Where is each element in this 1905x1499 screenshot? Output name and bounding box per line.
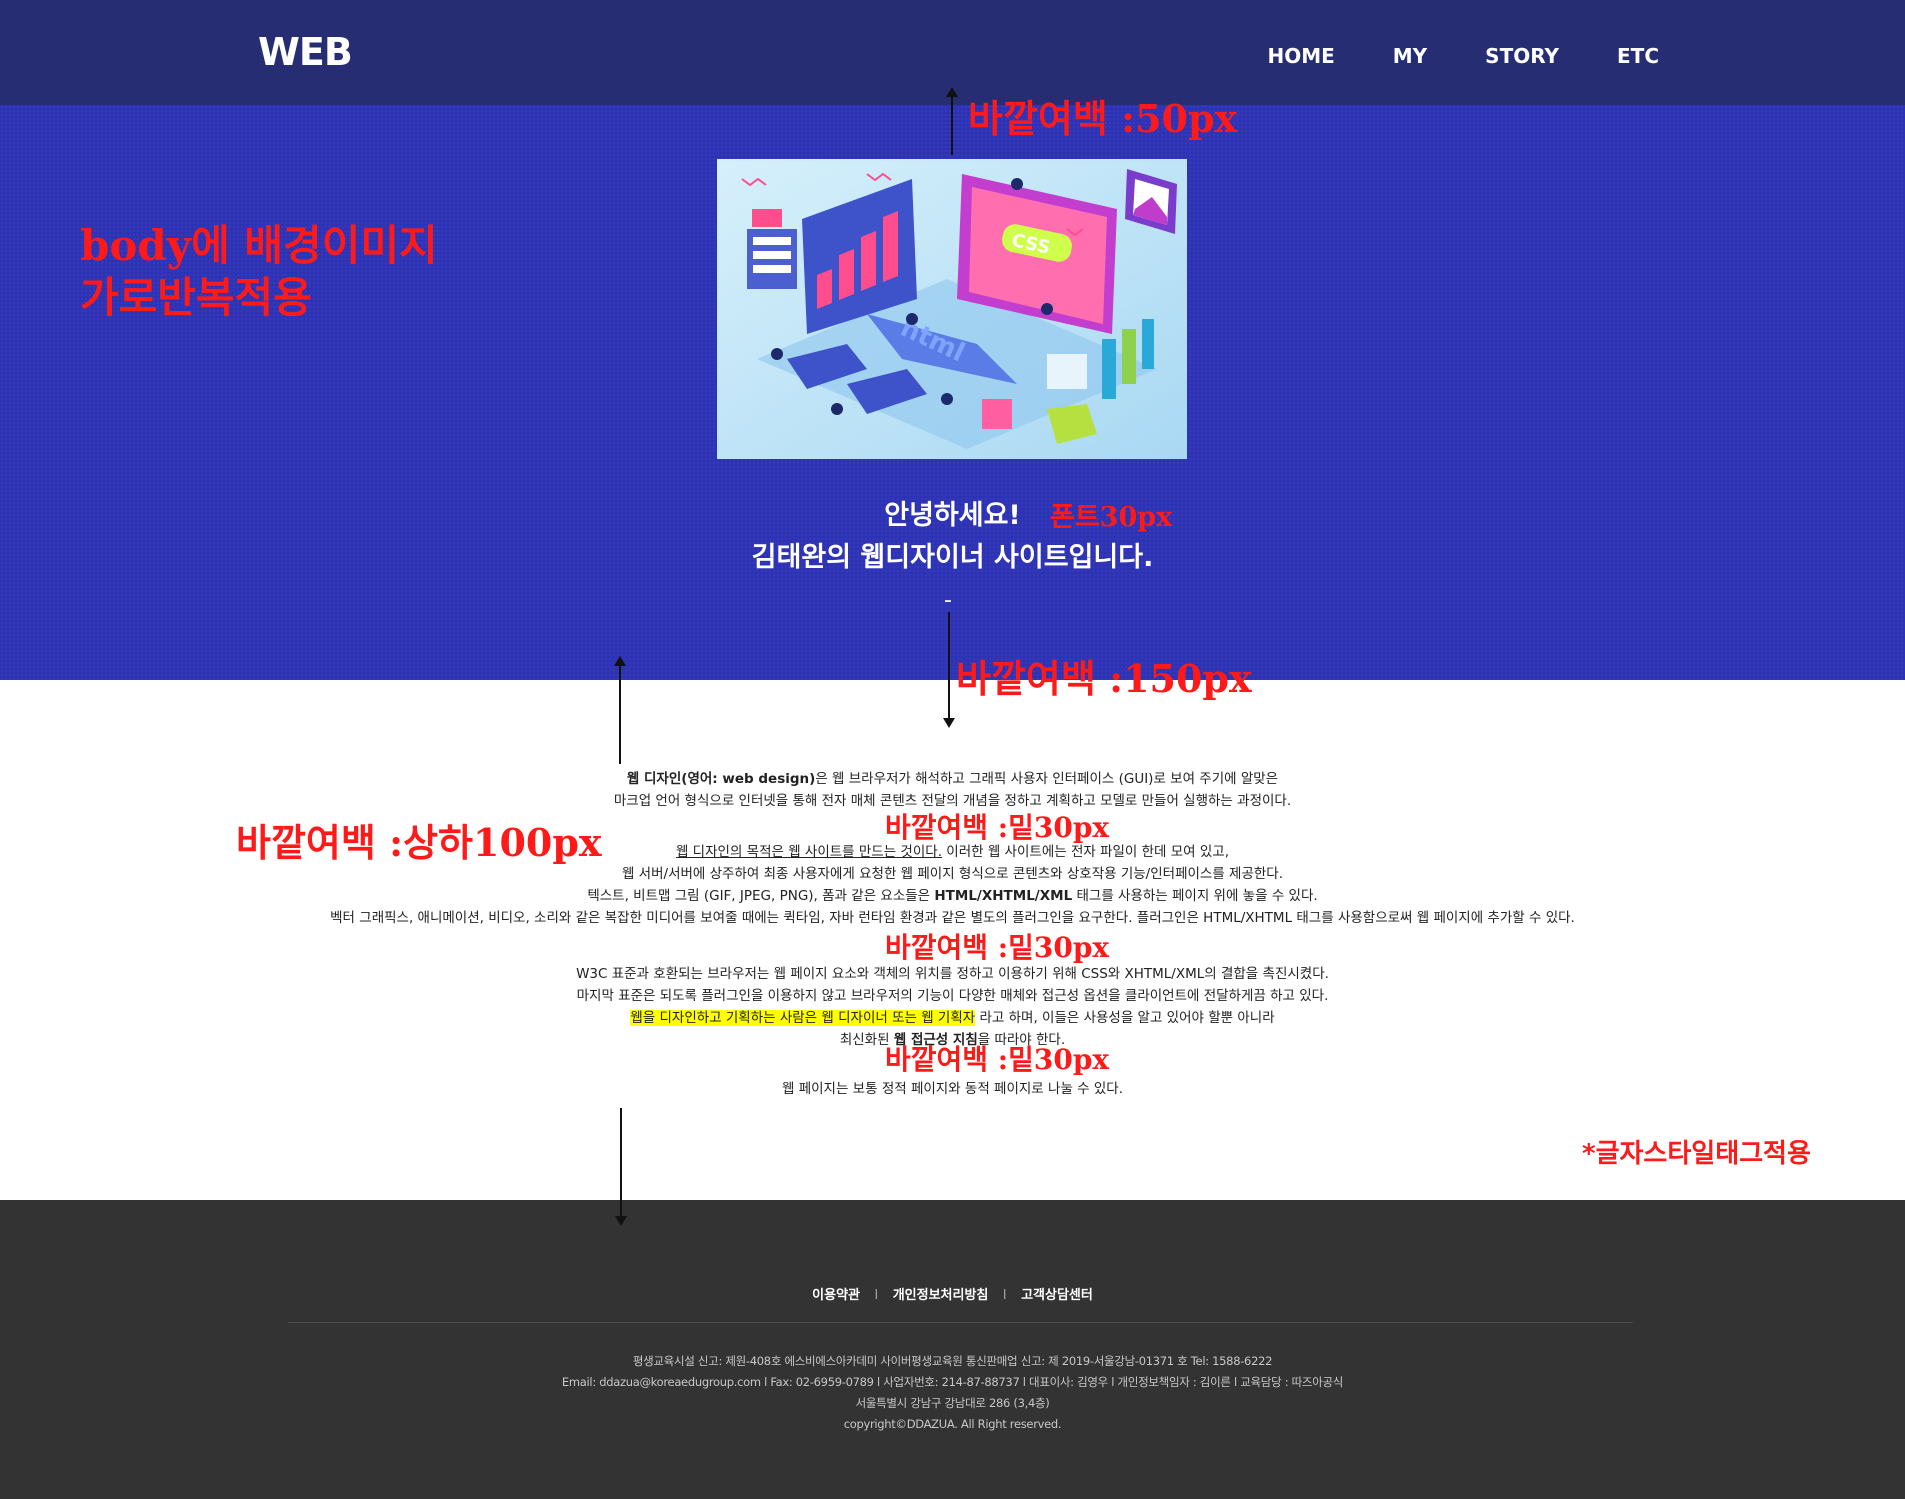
- p2-rest: 이러한 웹 사이트에는 전자 파일이 한데 모여 있고,: [942, 844, 1230, 860]
- footer-link-privacy[interactable]: 개인정보처리방침: [893, 1288, 989, 1303]
- p1-rest: 은 웹 브라우저가 해석하고 그래픽 사용자 인터페이스 (GUI)로 보여 주…: [815, 771, 1279, 787]
- footer-divider: [288, 1322, 1633, 1323]
- p3-line1: W3C 표준과 호환되는 브라우저는 웹 페이지 요소와 객체의 위치를 정하고…: [576, 966, 1329, 982]
- footer-separator: l: [874, 1288, 879, 1303]
- nav-my[interactable]: MY: [1393, 44, 1427, 68]
- paragraph-4: 웹 페이지는 보통 정적 페이지와 동적 페이지로 나눌 수 있다.: [782, 1081, 1123, 1097]
- annotation-margin-b30-2: 바깥여백 :밑30px: [885, 931, 1110, 964]
- site-logo[interactable]: WEB: [258, 30, 353, 74]
- annotation-arrow-50: [946, 87, 958, 155]
- greeting: 안녕하세요! 김태완의 웹디자이너 사이트입니다.: [0, 495, 1905, 579]
- annotation-arrow-bottom100: [615, 1108, 627, 1226]
- footer-link-terms[interactable]: 이용약관: [812, 1288, 860, 1303]
- annotation-margin-150: 바깥여백 :150px: [956, 656, 1252, 701]
- nav-story[interactable]: STORY: [1485, 44, 1559, 68]
- site-footer: 이용약관 l 개인정보처리방침 l 고객상담센터 평생교육시설 신고: 제원-4…: [0, 1200, 1905, 1499]
- annotation-margin-50: 바깥여백 :50px: [968, 96, 1238, 141]
- footer-link-support[interactable]: 고객상담센터: [1021, 1288, 1093, 1303]
- p2-underline: 웹 디자인의 목적은 웹 사이트를 만드는 것이다.: [675, 844, 942, 860]
- hero-illustration: CSS html: [717, 159, 1187, 459]
- web-design-illustration: CSS html: [717, 159, 1187, 459]
- p3-line3-rest: 라고 하며, 이들은 사용성을 알고 있어야 할뿐 아니라: [975, 1010, 1275, 1026]
- footer-info-line: Email: ddazua@koreaedugroup.com l Fax: 0…: [561, 1375, 1344, 1389]
- annotation-font-30: 폰트30px: [1050, 502, 1173, 533]
- footer-info-line: 서울특별시 강남구 강남대로 286 (3,4층): [855, 1396, 1050, 1410]
- annotation-body-bg-line2: 가로반복적용: [80, 273, 312, 322]
- p3-highlight: 웹을 디자인하고 기획하는 사람은 웹 디자이너 또는 웹 기획자: [630, 1010, 976, 1026]
- nav-etc[interactable]: ETC: [1617, 44, 1659, 68]
- p2-line3-b: HTML/XHTML/XML: [934, 888, 1073, 904]
- greeting-dash: -: [944, 588, 952, 613]
- nav-home[interactable]: HOME: [1267, 44, 1334, 68]
- p3-line2: 마지막 표준은 되도록 플러그인을 이용하지 않고 브라우저의 기능이 다양한 …: [576, 988, 1329, 1004]
- greeting-line-1: 안녕하세요!: [884, 500, 1021, 531]
- annotation-arrow-top100: [614, 656, 626, 764]
- p1-bold: 웹 디자인(영어: web design): [626, 771, 816, 787]
- annotation-text-style: *글자스타일태그적용: [1582, 1139, 1811, 1169]
- annotation-margin-b30-1: 바깥여백 :밑30px: [885, 811, 1110, 844]
- greeting-line-2: 김태완의 웹디자이너 사이트입니다.: [751, 542, 1154, 573]
- p2-line3-c: 태그를 사용하는 페이지 위에 놓을 수 있다.: [1072, 888, 1318, 904]
- footer-info-line: copyright©DDAZUA. All Right reserved.: [843, 1417, 1062, 1431]
- footer-separator: l: [1002, 1288, 1007, 1303]
- annotation-body-bg: body에 배경이미지 가로반복적용: [80, 220, 438, 324]
- annotation-body-bg-line1: body에 배경이미지: [80, 221, 438, 270]
- footer-info: 평생교육시설 신고: 제원-408호 에스비에스아카데미 사이버평생교육원 통신…: [0, 1351, 1905, 1435]
- p2-line3-a: 텍스트, 비트맵 그림 (GIF, JPEG, PNG), 폼과 같은 요소들은: [587, 888, 935, 904]
- annotation-arrow-150: [943, 612, 955, 728]
- annotation-margin-b30-3: 바깥여백 :밑30px: [885, 1043, 1110, 1076]
- footer-info-line: 평생교육시설 신고: 제원-408호 에스비에스아카데미 사이버평생교육원 통신…: [632, 1354, 1273, 1368]
- main-nav: HOME MY STORY ETC: [1267, 44, 1659, 68]
- footer-links: 이용약관 l 개인정보처리방침 l 고객상담센터: [0, 1284, 1905, 1303]
- hero-section: CSS html 안녕하세요! 김태완의 웹디자이너 사이트입니다. -: [0, 105, 1905, 680]
- annotation-margin-tb100: 바깥여백 :상하100px: [236, 820, 602, 865]
